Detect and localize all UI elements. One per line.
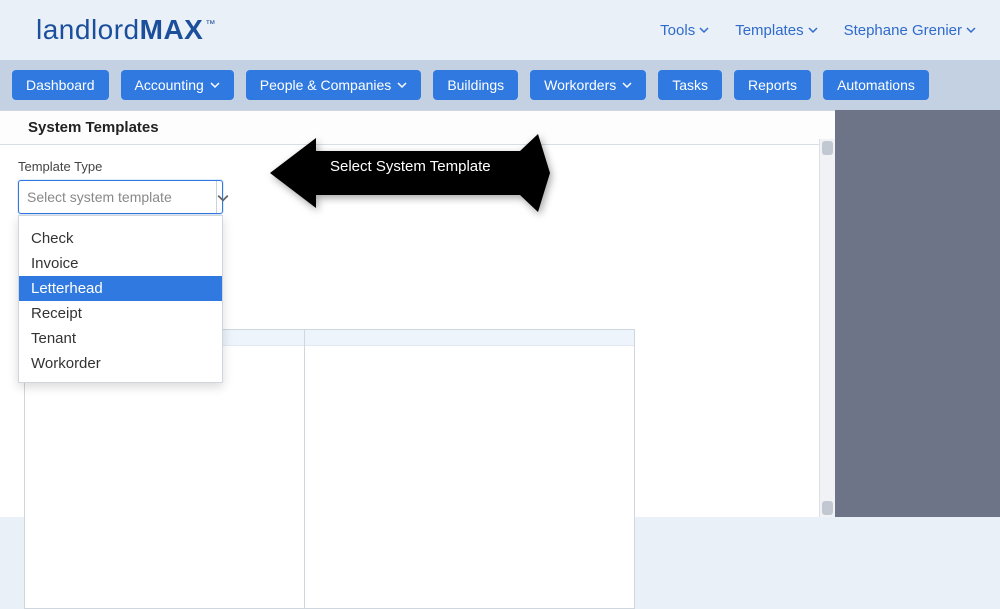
template-type-dropdown: CheckInvoiceLetterheadReceiptTenantWorko… (18, 215, 223, 383)
nav-dashboard[interactable]: Dashboard (12, 70, 109, 100)
topmenu-tools[interactable]: Tools (660, 22, 709, 39)
preview-pane-right (305, 329, 635, 609)
nav-people-label: People & Companies (260, 77, 392, 93)
chevron-down-icon (808, 25, 818, 35)
nav-workorders-label: Workorders (544, 77, 616, 93)
top-menu: Tools Templates Stephane Grenier (660, 22, 976, 39)
nav-tasks-label: Tasks (672, 77, 708, 93)
dropdown-option[interactable]: Workorder (19, 351, 222, 376)
nav-reports[interactable]: Reports (734, 70, 811, 100)
nav-workorders[interactable]: Workorders (530, 70, 646, 100)
side-panel (835, 110, 1000, 517)
top-bar: landlord MAX ™ Tools Templates Stephane … (0, 0, 1000, 60)
nav-buildings-label: Buildings (447, 77, 504, 93)
chevron-down-icon (699, 25, 709, 35)
nav-bar: Dashboard Accounting People & Companies … (0, 60, 1000, 110)
nav-people[interactable]: People & Companies (246, 70, 422, 100)
nav-buildings[interactable]: Buildings (433, 70, 518, 100)
logo-part1: landlord (36, 14, 140, 46)
topmenu-tools-label: Tools (660, 22, 695, 39)
chevron-down-icon (966, 25, 976, 35)
scroll-up-icon[interactable] (822, 141, 833, 155)
nav-accounting-label: Accounting (135, 77, 204, 93)
topmenu-user[interactable]: Stephane Grenier (844, 22, 976, 39)
nav-dashboard-label: Dashboard (26, 77, 95, 93)
nav-automations[interactable]: Automations (823, 70, 929, 100)
nav-reports-label: Reports (748, 77, 797, 93)
template-type-combo[interactable] (18, 180, 223, 214)
template-type-input[interactable] (19, 181, 216, 213)
chevron-down-icon (622, 80, 632, 90)
logo-part2: MAX (140, 14, 204, 46)
chevron-down-icon (397, 80, 407, 90)
topmenu-user-label: Stephane Grenier (844, 22, 962, 39)
dropdown-option[interactable]: Letterhead (19, 276, 222, 301)
dropdown-option[interactable]: Invoice (19, 251, 222, 276)
vertical-scrollbar[interactable] (819, 139, 835, 517)
scroll-down-icon[interactable] (822, 501, 833, 515)
chevron-down-icon (210, 80, 220, 90)
chevron-down-icon (217, 192, 227, 202)
nav-tasks[interactable]: Tasks (658, 70, 722, 100)
callout-text: Select System Template (330, 158, 491, 175)
topmenu-templates-label: Templates (735, 22, 803, 39)
callout-arrow: Select System Template (270, 134, 550, 212)
nav-automations-label: Automations (837, 77, 915, 93)
logo-tm: ™ (205, 19, 215, 30)
topmenu-templates[interactable]: Templates (735, 22, 817, 39)
dropdown-option[interactable]: Check (19, 226, 222, 251)
dropdown-option[interactable]: Receipt (19, 301, 222, 326)
nav-accounting[interactable]: Accounting (121, 70, 234, 100)
combo-drop-button[interactable] (216, 181, 227, 213)
logo: landlord MAX ™ (36, 14, 215, 46)
preview-header (305, 330, 634, 346)
dropdown-option[interactable]: Tenant (19, 326, 222, 351)
